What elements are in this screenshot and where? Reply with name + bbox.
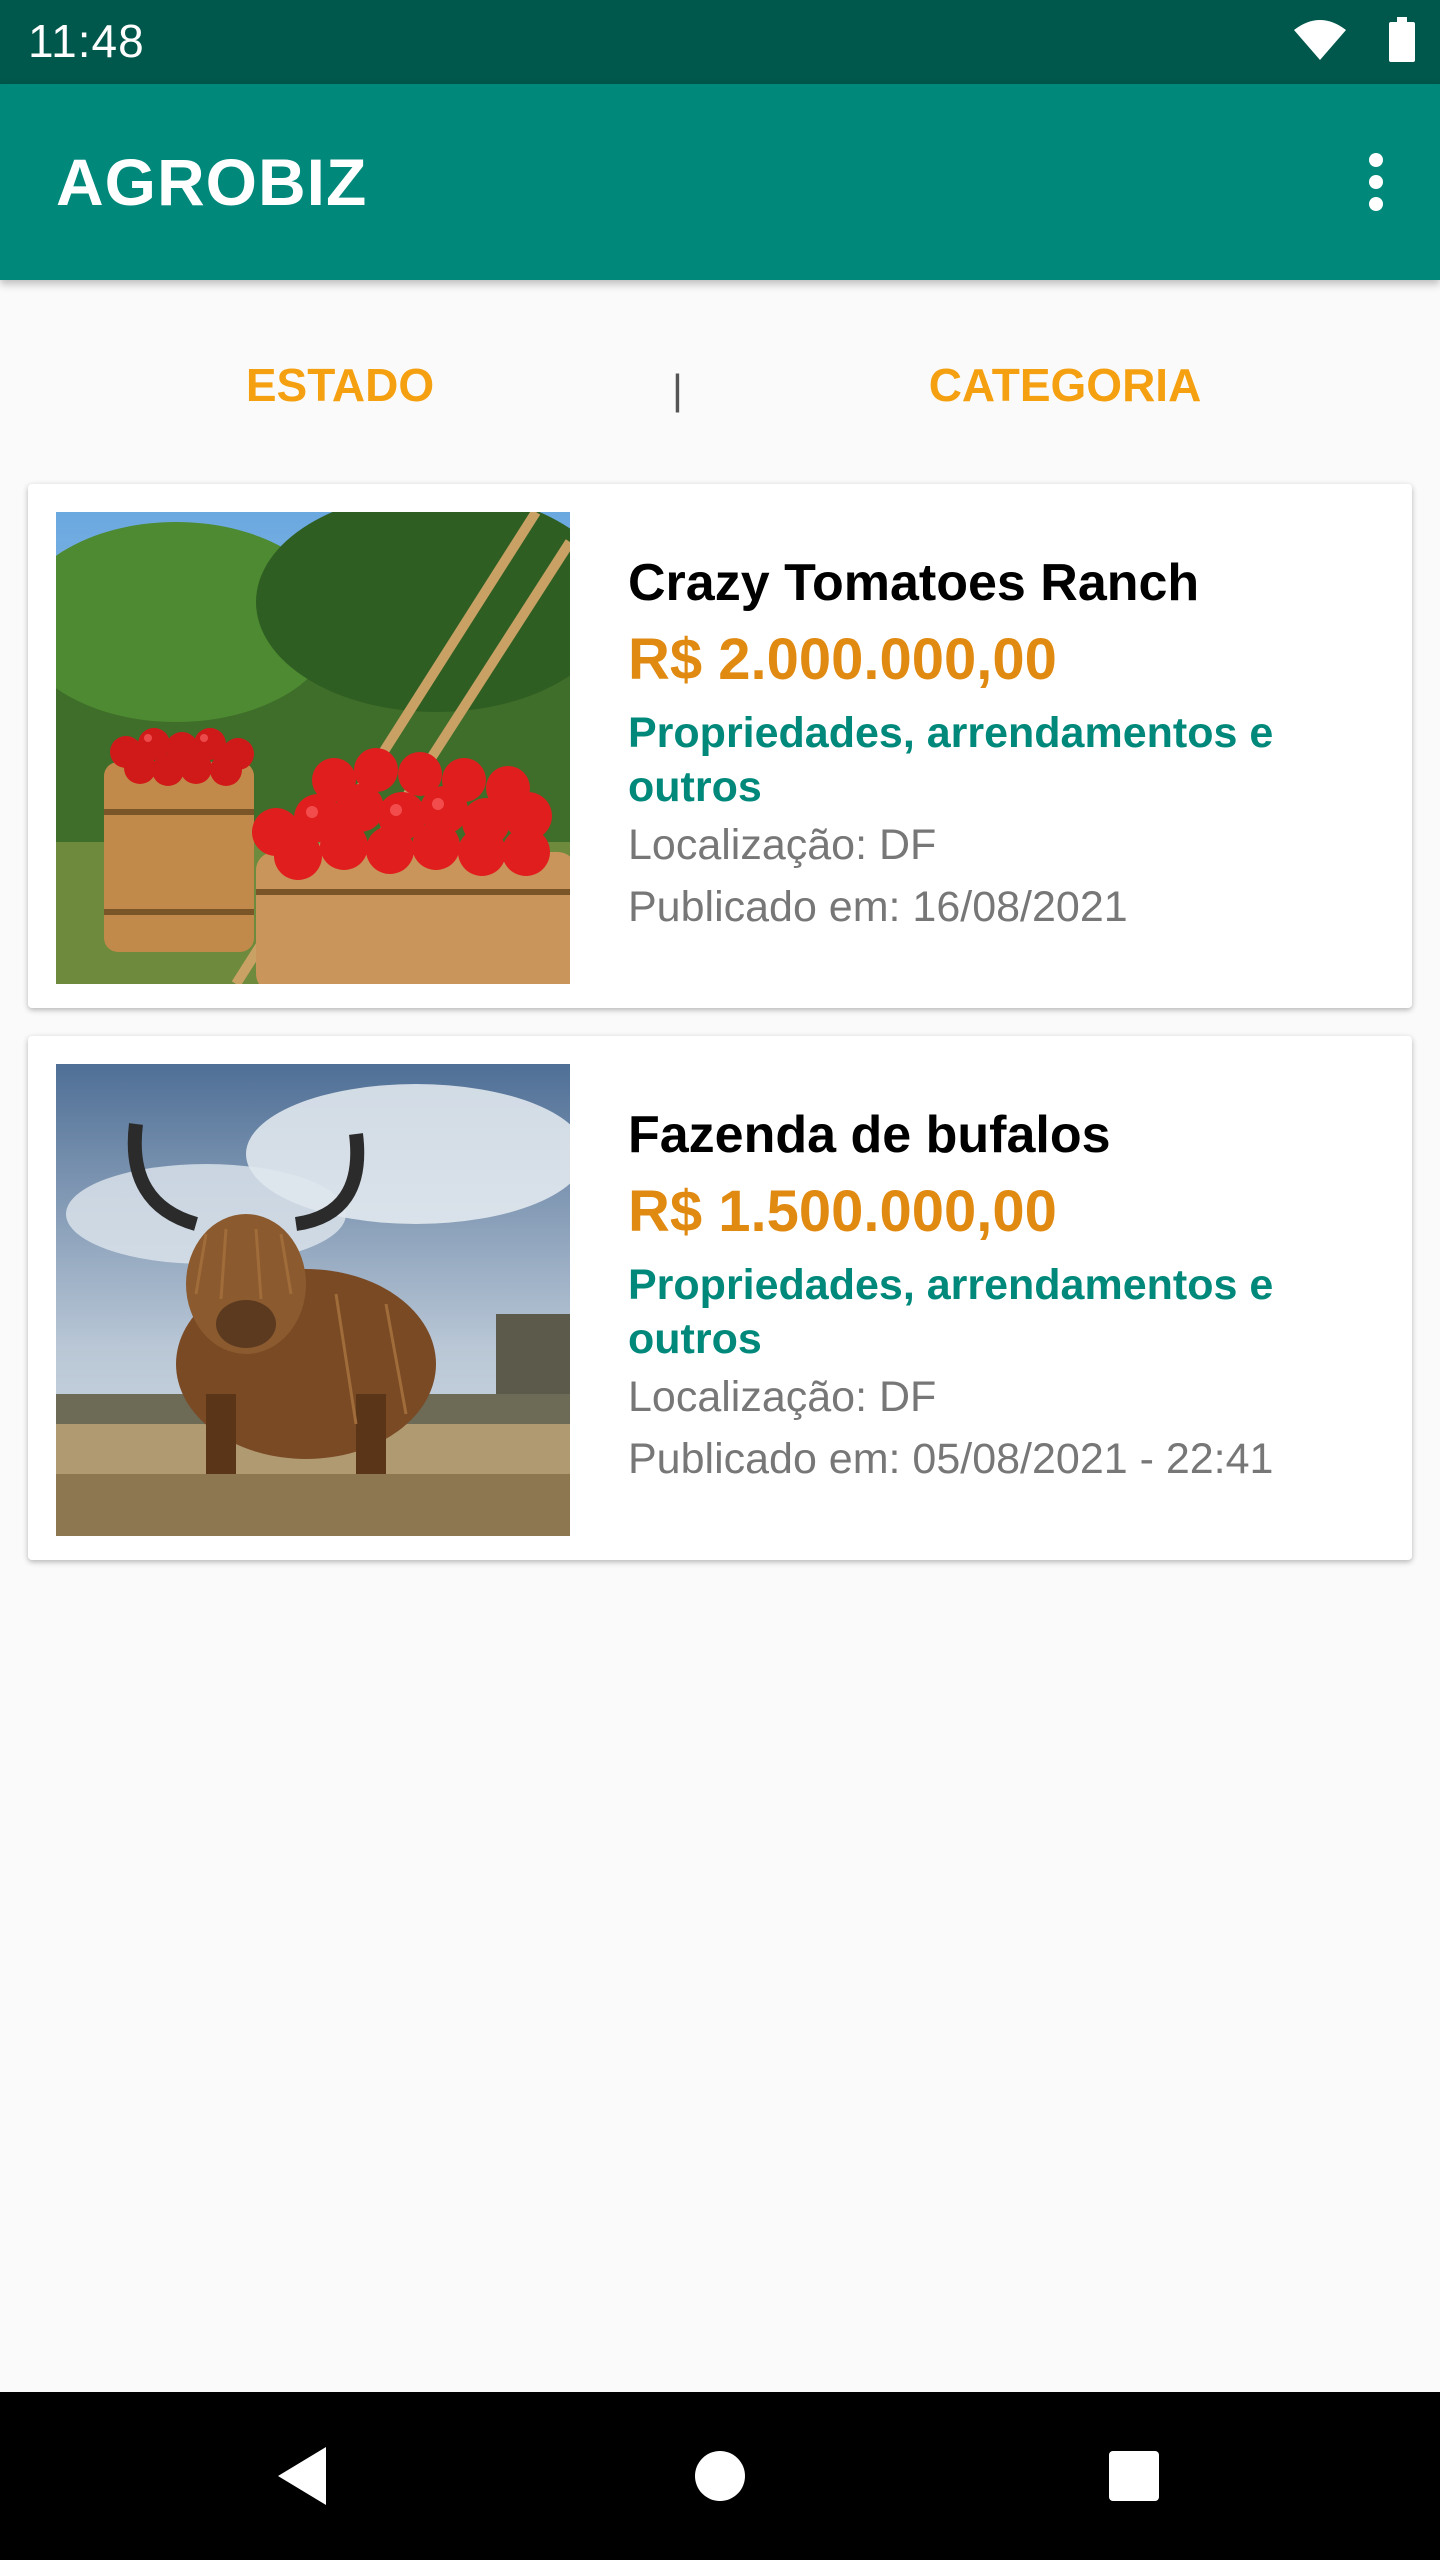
listing-published-date: Publicado em: 16/08/2021 [628, 883, 1128, 931]
listing-card[interactable]: Crazy Tomatoes Ranch R$ 2.000.000,00 Pro… [28, 484, 1412, 1008]
listing-category: Propriedades, arrendamentos e outros [628, 709, 1274, 811]
listing-title: Crazy Tomatoes Ranch [628, 554, 1200, 612]
listing-card[interactable]: Fazenda de bufalos R$ 1.500.000,00 Propr… [28, 1036, 1412, 1560]
listing-published-date: Publicado em: 05/08/2021 - 22:41 [628, 1435, 1274, 1483]
wifi-icon [1292, 18, 1348, 67]
nav-home-icon [695, 2451, 745, 2501]
categoria-filter-button[interactable]: CATEGORIA [900, 350, 1230, 420]
overflow-menu-button[interactable] [1340, 134, 1412, 230]
filter-separator: | [672, 366, 683, 413]
listing-image-bull [56, 1064, 570, 1536]
nav-recent-icon [1109, 2451, 1159, 2501]
system-navigation-bar [0, 2392, 1440, 2560]
app-title: AGROBIZ [56, 145, 368, 219]
battery-icon [1388, 16, 1416, 68]
listing-title: Fazenda de bufalos [628, 1106, 1111, 1164]
nav-home-button[interactable] [680, 2436, 760, 2516]
status-icons [1292, 16, 1416, 68]
listing-image-apples [56, 512, 570, 984]
listing-category: Propriedades, arrendamentos e outros [628, 1261, 1274, 1363]
listing-price: R$ 2.000.000,00 [628, 627, 1057, 692]
listing-info: Fazenda de bufalos R$ 1.500.000,00 Propr… [628, 1100, 1388, 1490]
listing-location: Localização: DF [628, 821, 937, 869]
estado-filter-button[interactable]: ESTADO [200, 350, 480, 420]
listing-info: Crazy Tomatoes Ranch R$ 2.000.000,00 Pro… [628, 548, 1388, 938]
status-time: 11:48 [28, 15, 145, 67]
filter-bar: ESTADO | CATEGORIA [0, 280, 1440, 480]
listing-location: Localização: DF [628, 1373, 937, 1421]
listing-price: R$ 1.500.000,00 [628, 1179, 1057, 1244]
status-bar: 11:48 [0, 0, 1440, 84]
more-vert-icon [1369, 153, 1383, 211]
nav-back-icon [278, 2447, 326, 2505]
app-bar: AGROBIZ [0, 84, 1440, 280]
nav-back-button[interactable] [262, 2436, 342, 2516]
nav-recent-apps-button[interactable] [1094, 2436, 1174, 2516]
